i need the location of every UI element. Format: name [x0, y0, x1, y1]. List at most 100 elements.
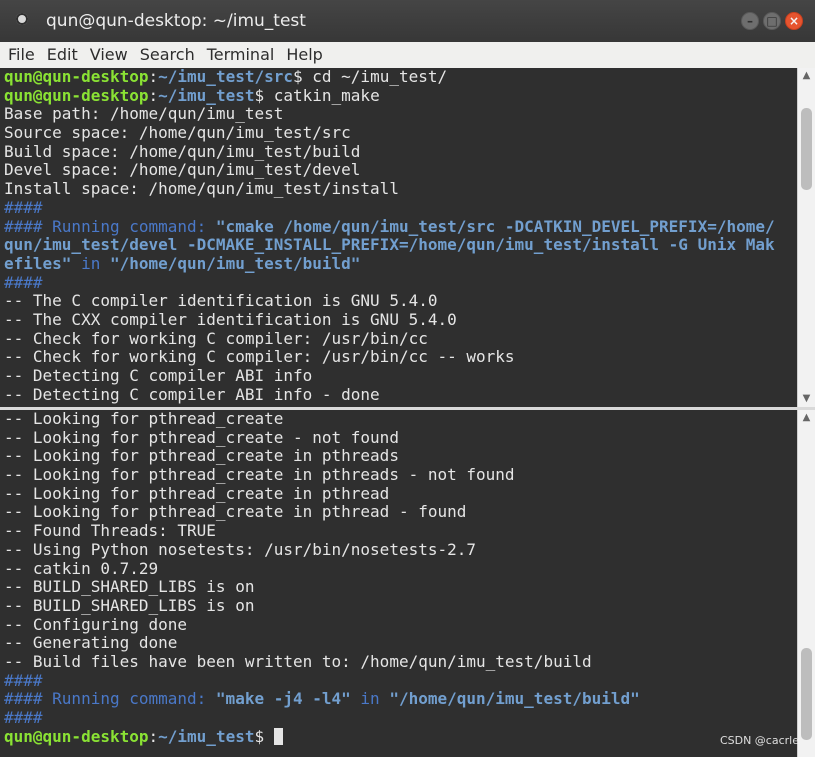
prompt-command: $ — [254, 726, 274, 746]
terminal-line: #### — [0, 197, 797, 218]
window-menu-icon[interactable] — [16, 13, 28, 25]
output-text: -- Looking for pthread_create — [4, 410, 284, 428]
menu-terminal[interactable]: Terminal — [201, 42, 281, 68]
output-text: -- Looking for pthread_create - not foun… — [4, 427, 399, 447]
menu-edit[interactable]: Edit — [41, 42, 84, 68]
terminal-line: #### Running command: "cmake /home/qun/i… — [0, 216, 797, 237]
prompt-command: $ catkin_make — [254, 85, 380, 105]
terminal-line: -- BUILD_SHARED_LIBS is on — [0, 577, 797, 597]
output-text: -- Looking for pthread_create in pthread… — [4, 502, 467, 522]
output-text: -- The C compiler identification is GNU … — [4, 291, 438, 311]
scroll-thumb-top[interactable] — [801, 108, 812, 190]
running-command-label: #### Running command: — [4, 689, 216, 709]
menu-bar: File Edit View Search Terminal Help — [0, 42, 815, 69]
scroll-up-icon-bottom[interactable]: ▲ — [798, 413, 815, 423]
running-command-dir: "/home/qun/imu_test/build" — [389, 689, 640, 709]
prompt-separator: : — [148, 726, 159, 746]
terminal-line: -- Detecting C compiler ABI info - done — [0, 384, 797, 405]
output-text: -- Looking for pthread_create in pthread… — [4, 446, 399, 466]
output-text: -- BUILD_SHARED_LIBS is on — [4, 595, 255, 615]
terminal-line: -- Looking for pthread_create — [0, 410, 797, 429]
menu-help[interactable]: Help — [280, 42, 328, 68]
terminal-line: -- Check for working C compiler: /usr/bi… — [0, 328, 797, 349]
close-icon: × — [788, 14, 800, 28]
terminal-line: -- Check for working C compiler: /usr/bi… — [0, 347, 797, 367]
hash-marker: #### — [4, 197, 43, 217]
output-text: -- Looking for pthread_create in pthread — [4, 483, 390, 503]
terminal-line: -- Looking for pthread_create in pthread… — [0, 503, 797, 522]
output-text: Base path: /home/qun/imu_test — [4, 104, 284, 124]
terminal-line: -- BUILD_SHARED_LIBS is on — [0, 595, 797, 616]
scrollbar-bottom[interactable]: ▲ — [797, 410, 815, 757]
prompt-command: $ cd ~/imu_test/ — [293, 68, 448, 86]
terminal-line: Source space: /home/qun/imu_test/src — [0, 123, 797, 143]
terminal-line: Build space: /home/qun/imu_test/build — [0, 141, 797, 162]
terminal-line: -- Looking for pthread_create - not foun… — [0, 427, 797, 448]
output-text: Devel space: /home/qun/imu_test/devel — [4, 160, 361, 180]
running-command-in: in — [71, 253, 110, 273]
scroll-up-icon[interactable]: ▲ — [798, 71, 815, 81]
terminal-line: #### — [0, 670, 797, 691]
prompt-path: ~/imu_test — [158, 85, 255, 105]
window-controls: – □ × — [741, 12, 803, 30]
terminal-line: -- Looking for pthread_create in pthread — [0, 483, 797, 504]
prompt-path: ~/imu_test — [158, 726, 255, 746]
output-text: -- Detecting C compiler ABI info — [4, 366, 313, 385]
terminal-line: qun/imu_test/devel -DCMAKE_INSTALL_PREFI… — [0, 235, 797, 255]
terminal-line: qun@qun-desktop:~/imu_test/src$ cd ~/imu… — [0, 68, 797, 87]
menu-file[interactable]: File — [0, 42, 41, 68]
output-text: Install space: /home/qun/imu_test/instal… — [4, 179, 399, 199]
prompt-user: qun@qun-desktop — [4, 726, 149, 746]
maximize-icon: □ — [766, 14, 778, 28]
minimize-button[interactable]: – — [741, 12, 759, 30]
output-text: -- Generating done — [4, 633, 178, 653]
window-title: qun@qun-desktop: ~/imu_test — [46, 11, 306, 31]
terminal-line: qun@qun-desktop:~/imu_test$ — [0, 726, 797, 747]
prompt-user: qun@qun-desktop — [4, 85, 149, 105]
terminal-pane-bottom[interactable]: -- Looking for pthread_create -- Looking … — [0, 410, 797, 757]
terminal-line: -- The C compiler identification is GNU … — [0, 291, 797, 311]
running-command-text: qun/imu_test/devel -DCMAKE_INSTALL_PREFI… — [4, 235, 775, 255]
close-button[interactable]: × — [785, 12, 803, 30]
terminal-line: Devel space: /home/qun/imu_test/devel — [0, 161, 797, 180]
running-command-in: in — [350, 689, 390, 709]
terminal-line: #### — [0, 273, 797, 293]
scroll-down-icon[interactable]: ▼ — [798, 394, 815, 404]
maximize-button[interactable]: □ — [763, 12, 781, 30]
terminal-line: qun@qun-desktop:~/imu_test$ catkin_make — [0, 85, 797, 106]
terminal-line: -- The CXX compiler identification is GN… — [0, 309, 797, 330]
scroll-thumb-bottom[interactable] — [801, 648, 812, 740]
running-command-label: #### Running command: — [4, 216, 216, 236]
terminal-window: qun@qun-desktop: ~/imu_test – □ × File Ed… — [0, 0, 815, 757]
minimize-icon: – — [747, 14, 753, 28]
output-text: Build space: /home/qun/imu_test/build — [4, 141, 361, 161]
menu-search[interactable]: Search — [134, 42, 201, 68]
hash-marker: #### — [4, 670, 43, 690]
terminal-line: -- Found Threads: TRUE — [0, 521, 797, 541]
hash-marker: #### — [4, 708, 43, 727]
terminal-line: -- Generating done — [0, 633, 797, 653]
terminal-line: -- Looking for pthread_create in pthread… — [0, 447, 797, 466]
terminal-line: -- Looking for pthread_create in pthread… — [0, 465, 797, 485]
output-text: -- The CXX compiler identification is GN… — [4, 309, 457, 329]
terminal-line: #### — [0, 708, 797, 728]
menu-view[interactable]: View — [84, 42, 134, 68]
output-text: -- Check for working C compiler: /usr/bi… — [4, 347, 515, 367]
output-text: -- Check for working C compiler: /usr/bi… — [4, 328, 428, 348]
title-bar[interactable]: qun@qun-desktop: ~/imu_test – □ × — [0, 0, 815, 42]
running-command-text: "make -j4 -l4" — [215, 689, 351, 709]
output-text: -- Configuring done — [4, 614, 188, 634]
running-command-text: efiles" — [4, 253, 72, 273]
terminal-line: -- Detecting C compiler ABI info — [0, 366, 797, 386]
output-text: -- Detecting C compiler ABI info - done — [4, 384, 380, 404]
scrollbar-top[interactable]: ▲ ▼ — [797, 68, 815, 407]
terminal-line: -- Using Python nosetests: /usr/bin/nose… — [0, 540, 797, 560]
terminal-line: Base path: /home/qun/imu_test — [0, 105, 797, 124]
terminal-line: -- catkin 0.7.29 — [0, 559, 797, 579]
terminal-line: -- Configuring done — [0, 614, 797, 635]
output-text: -- Looking for pthread_create in pthread… — [4, 465, 515, 485]
terminal-pane-top[interactable]: qun@qun-desktop:~/imu_test/src$ cd ~/imu… — [0, 68, 797, 407]
output-text: -- BUILD_SHARED_LIBS is on — [4, 577, 255, 597]
prompt-separator: : — [148, 85, 159, 105]
running-command-dir: "/home/qun/imu_test/build" — [109, 253, 361, 273]
